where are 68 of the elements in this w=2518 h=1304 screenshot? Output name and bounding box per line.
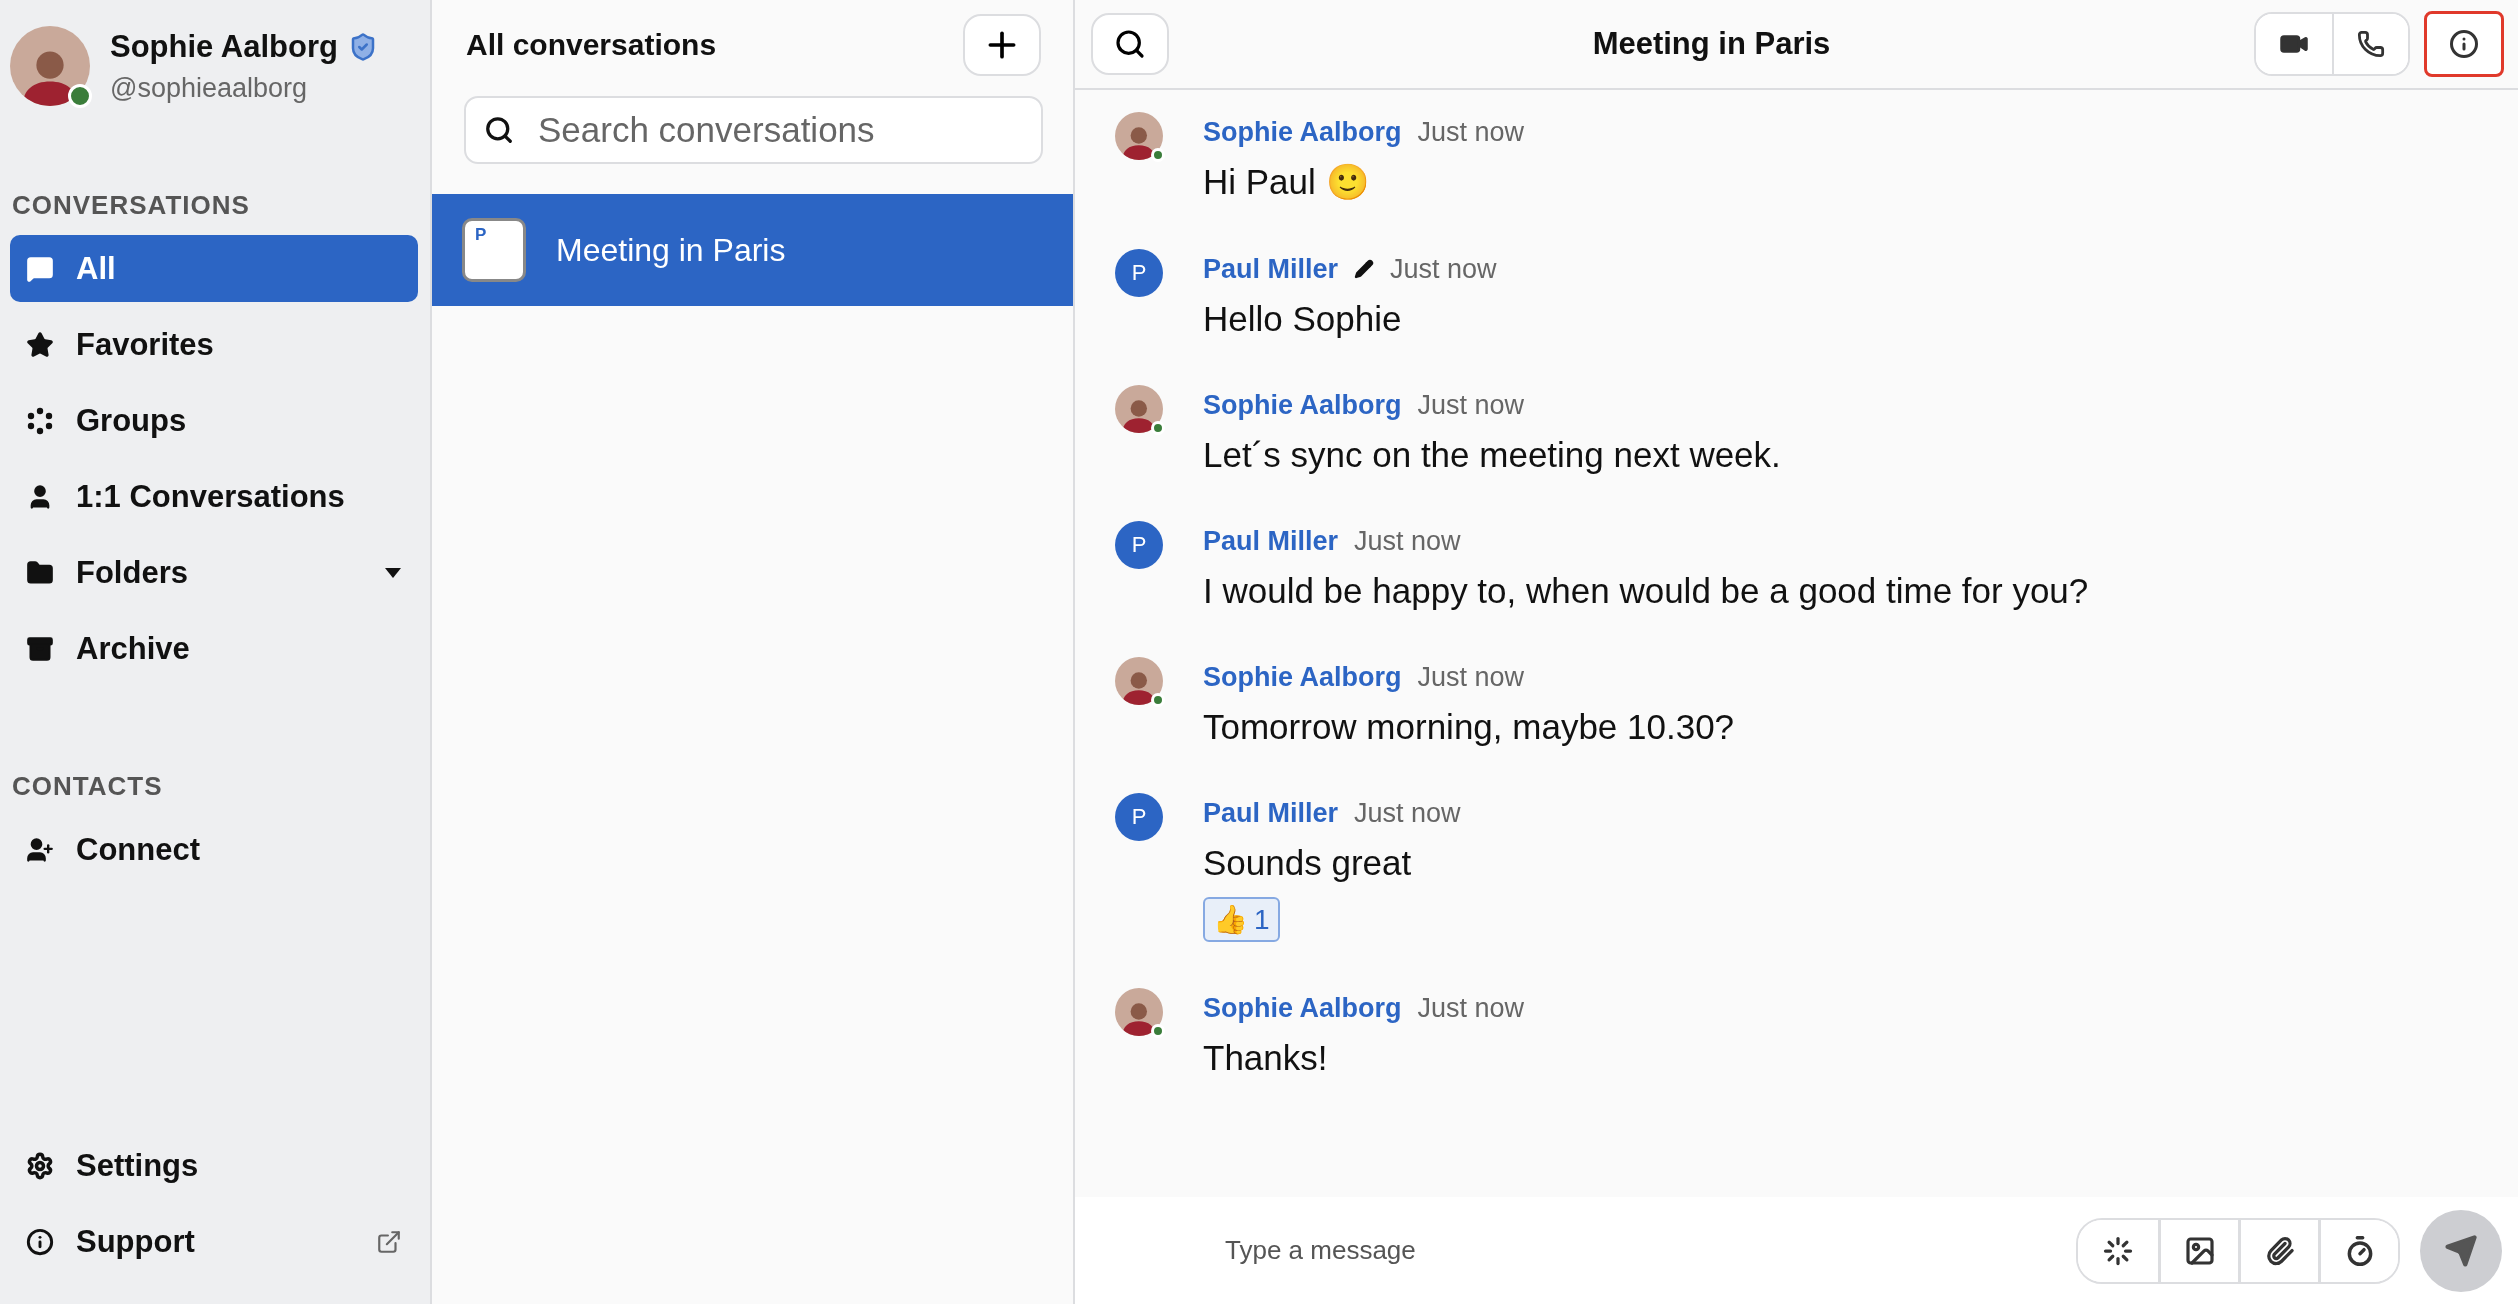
nav-item[interactable]: 1:1 Conversations bbox=[10, 463, 418, 530]
nav-item[interactable]: Favorites bbox=[10, 311, 418, 378]
message-text: I would be happy to, when would be a good time for you? bbox=[1203, 571, 2089, 611]
folder-icon bbox=[26, 558, 54, 587]
nav-item[interactable]: Connect bbox=[10, 816, 418, 883]
new-conversation-button[interactable] bbox=[963, 14, 1041, 76]
chat-title: Meeting in Paris bbox=[1591, 26, 1832, 62]
nav-item[interactable]: Groups bbox=[10, 387, 418, 454]
message-text: Hi Paul 🙂 bbox=[1203, 162, 1371, 203]
profile-handle: @sophieaalborg bbox=[110, 72, 309, 104]
search-field[interactable]: Search conversations bbox=[464, 96, 1043, 164]
reaction-chip[interactable]: 👍 1 bbox=[1203, 897, 1280, 942]
phone-icon bbox=[2357, 30, 2385, 58]
archive-icon bbox=[26, 634, 54, 663]
list-title: All conversations bbox=[466, 28, 717, 62]
settings-icon bbox=[26, 1151, 54, 1180]
chat-bubble-icon bbox=[26, 254, 54, 283]
conversation-item[interactable]: P Meeting in Paris bbox=[432, 194, 1073, 306]
conversation-avatar: P bbox=[462, 218, 526, 282]
info-icon bbox=[2449, 29, 2479, 59]
message-text: Sounds great bbox=[1203, 843, 1413, 883]
paperclip-icon bbox=[2264, 1235, 2295, 1266]
call-button[interactable] bbox=[2332, 14, 2408, 74]
message-time: Just now bbox=[1417, 116, 1525, 148]
info-icon bbox=[26, 1227, 54, 1256]
avatar-placeholder bbox=[1115, 657, 1163, 705]
author-name[interactable]: Paul Miller bbox=[1203, 253, 1339, 285]
nav-item[interactable]: Settings bbox=[10, 1132, 418, 1199]
author-name[interactable]: Paul Miller bbox=[1203, 525, 1339, 557]
message-text: Hello Sophie bbox=[1203, 299, 1403, 339]
burst-icon bbox=[2103, 1235, 2133, 1266]
timer-button[interactable] bbox=[2318, 1219, 2398, 1282]
search-icon bbox=[484, 115, 514, 145]
message-time: Just now bbox=[1354, 525, 1461, 557]
star-icon bbox=[26, 330, 54, 359]
message-time: Just now bbox=[1417, 389, 1525, 421]
section-title: CONVERSATIONS bbox=[12, 190, 251, 221]
person-plus-icon bbox=[26, 835, 54, 864]
author-name[interactable]: Sophie Aalborg bbox=[1203, 992, 1402, 1024]
author-name[interactable]: Sophie Aalborg bbox=[1203, 389, 1402, 421]
nav-item[interactable]: Folders bbox=[10, 539, 418, 606]
author-name[interactable]: Sophie Aalborg bbox=[1203, 116, 1402, 148]
nav-item[interactable]: Archive bbox=[10, 615, 418, 682]
message-time: Just now bbox=[1354, 797, 1461, 829]
author-name[interactable]: Paul Miller bbox=[1203, 797, 1339, 829]
avatar-initial: P bbox=[1115, 249, 1163, 297]
message-text: Tomorrow morning, maybe 10.30? bbox=[1203, 707, 1735, 747]
profile-name: Sophie Aalborg bbox=[110, 28, 338, 65]
avatar-initial: P bbox=[1115, 793, 1163, 841]
nav-item[interactable]: Support bbox=[10, 1208, 418, 1275]
search-button[interactable] bbox=[1091, 13, 1169, 75]
image-icon bbox=[2183, 1234, 2216, 1267]
message-text: Thanks! bbox=[1203, 1038, 1329, 1078]
message-time: Just now bbox=[1390, 253, 1497, 285]
avatar-initial: P bbox=[1115, 521, 1163, 569]
info-button[interactable] bbox=[2424, 11, 2504, 77]
nav-item[interactable]: All bbox=[10, 235, 418, 302]
message-time: Just now bbox=[1417, 661, 1525, 693]
section-title: CONTACTS bbox=[12, 771, 164, 802]
author-name[interactable]: Sophie Aalborg bbox=[1203, 661, 1402, 693]
dots-icon bbox=[26, 406, 54, 435]
avatar-placeholder bbox=[1115, 988, 1163, 1036]
avatar-placeholder bbox=[1115, 112, 1163, 160]
message-time: Just now bbox=[1417, 992, 1525, 1024]
message-text: Let´s sync on the meeting next week. bbox=[1203, 435, 1781, 475]
send-icon bbox=[2444, 1233, 2478, 1268]
search-icon bbox=[1114, 28, 1146, 60]
avatar-placeholder bbox=[1115, 385, 1163, 433]
